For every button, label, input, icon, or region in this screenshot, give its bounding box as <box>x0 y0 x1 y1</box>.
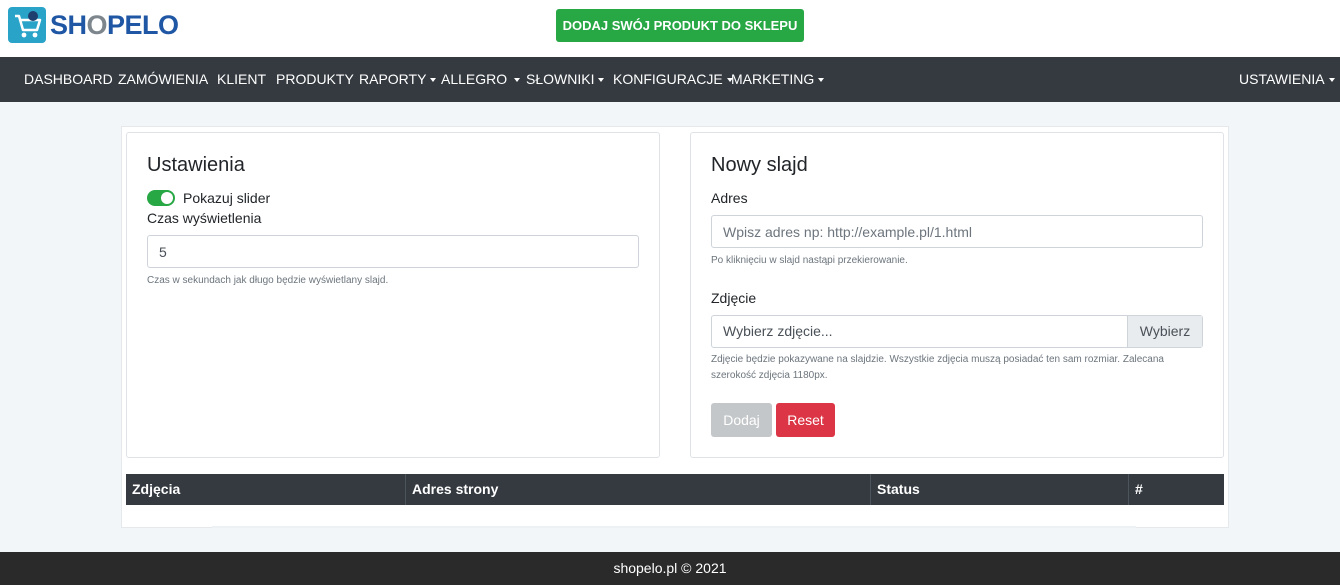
nav-label: KONFIGURACJE <box>613 71 723 87</box>
nav-item-dictionaries[interactable]: SŁOWNIKI <box>526 57 605 102</box>
nav-label: MARKETING <box>731 71 815 87</box>
add-product-button[interactable]: DODAJ SWÓJ PRODUKT DO SKLEPU <box>556 9 804 42</box>
show-slider-label: Pokazuj slider <box>183 190 271 206</box>
image-help-line: Zdjęcie będzie pokazywane na slajdzie. W… <box>711 354 1164 365</box>
nav-label: KLIENT <box>217 71 267 87</box>
image-file-input[interactable]: Wybierz zdjęcie... Wybierz <box>711 315 1203 348</box>
nav-item-products[interactable]: PRODUKTY <box>276 57 354 102</box>
display-time-input[interactable] <box>147 235 639 268</box>
add-slide-button[interactable]: Dodaj <box>711 403 772 437</box>
nav-item-settings[interactable]: USTAWIENIA <box>1239 57 1335 102</box>
nav-label: RAPORTY <box>359 71 427 87</box>
column-header-images[interactable]: Zdjęcia <box>126 474 405 505</box>
show-slider-toggle[interactable] <box>147 190 175 206</box>
nav-label: USTAWIENIA <box>1239 71 1325 87</box>
browse-button[interactable]: Wybierz <box>1127 316 1202 347</box>
column-header-status[interactable]: Status <box>870 474 1128 505</box>
slides-table-header: Zdjęcia Adres strony Status # <box>126 474 1224 505</box>
caret-down-icon <box>430 78 437 83</box>
address-help: Po kliknięciu w slajd nastąpi przekierow… <box>711 255 908 266</box>
image-label: Zdjęcie <box>711 290 757 306</box>
nav-label: DASHBOARD <box>24 71 113 87</box>
table-divider <box>212 526 1136 528</box>
brand-name-part2: PELO <box>107 9 179 40</box>
column-header-page-address[interactable]: Adres strony <box>405 474 870 505</box>
new-slide-card-title: Nowy slajd <box>711 154 808 176</box>
top-bar: SHOPELO DODAJ SWÓJ PRODUKT DO SKLEPU <box>0 0 1340 57</box>
image-file-placeholder: Wybierz zdjęcie... <box>723 323 833 339</box>
footer: shopelo.pl © 2021 <box>0 552 1340 585</box>
address-input[interactable] <box>711 215 1203 248</box>
nav-label: PRODUKTY <box>276 71 354 87</box>
settings-card-title: Ustawienia <box>147 154 245 176</box>
brand-name-o: O <box>86 9 108 40</box>
nav-item-configurations[interactable]: KONFIGURACJE <box>613 57 733 102</box>
footer-copyright: shopelo.pl © 2021 <box>613 560 727 576</box>
image-help: Zdjęcie będzie pokazywane na slajdzie. W… <box>711 352 1164 384</box>
nav-item-marketing[interactable]: MARKETING <box>731 57 825 102</box>
nav-item-orders[interactable]: ZAMÓWIENIA <box>118 57 208 102</box>
nav-item-reports[interactable]: RAPORTY <box>359 57 437 102</box>
display-time-label: Czas wyświetlenia <box>147 210 262 226</box>
caret-down-icon <box>1328 78 1335 83</box>
nav-item-client[interactable]: KLIENT <box>217 57 266 102</box>
settings-card <box>126 132 660 458</box>
nav-label: SŁOWNIKI <box>526 71 595 87</box>
address-label: Adres <box>711 190 748 206</box>
image-help-line: szerokość zdjęcia 1180px. <box>711 370 828 381</box>
column-header-actions[interactable]: # <box>1128 474 1224 505</box>
nav-item-allegro[interactable]: ALLEGRO <box>441 57 521 102</box>
display-time-help: Czas w sekundach jak długo będzie wyświe… <box>147 275 389 286</box>
nav-item-dashboard[interactable]: DASHBOARD <box>24 57 113 102</box>
caret-down-icon <box>598 78 605 83</box>
nav-label: ALLEGRO <box>441 71 508 87</box>
reset-button[interactable]: Reset <box>776 403 835 437</box>
shopping-cart-icon <box>8 7 46 43</box>
brand-name-part1: SH <box>50 9 87 40</box>
caret-down-icon <box>514 78 521 83</box>
logo[interactable]: SHOPELO <box>8 7 179 43</box>
brand-name: SHOPELO <box>50 10 179 41</box>
caret-down-icon <box>818 78 825 83</box>
main-navbar: DASHBOARD ZAMÓWIENIA KLIENT PRODUKTY RAP… <box>0 57 1340 102</box>
nav-label: ZAMÓWIENIA <box>118 71 209 87</box>
